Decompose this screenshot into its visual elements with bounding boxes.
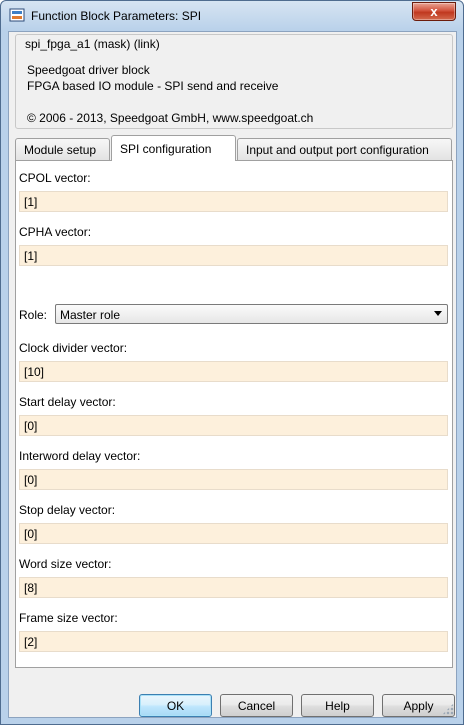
description-line-2: FPGA based IO module - SPI send and rece… [27, 79, 279, 93]
ok-button[interactable]: OK [139, 694, 212, 717]
simulink-block-icon [9, 8, 25, 22]
frame-size-input[interactable]: [2] [19, 631, 448, 652]
cpha-input[interactable]: [1] [19, 245, 448, 266]
cpol-input[interactable]: [1] [19, 191, 448, 212]
tab-module-setup[interactable]: Module setup [15, 138, 110, 160]
word-size-label: Word size vector: [19, 557, 112, 571]
stop-delay-input[interactable]: [0] [19, 523, 448, 544]
close-icon: x [430, 4, 438, 19]
start-delay-input[interactable]: [0] [19, 415, 448, 436]
tab-label: Module setup [24, 143, 97, 157]
tab-input-output-port-configuration[interactable]: Input and output port configuration [237, 138, 452, 160]
tab-label: SPI configuration [120, 142, 212, 156]
start-delay-label: Start delay vector: [19, 395, 116, 409]
spi-configuration-panel: CPOL vector: [1] CPHA vector: [1] Role: … [15, 160, 453, 668]
chevron-down-icon [434, 311, 442, 316]
interword-delay-input[interactable]: [0] [19, 469, 448, 490]
role-label: Role: [19, 308, 48, 322]
role-row: Role: Master role [19, 304, 451, 326]
copyright-line: © 2006 - 2013, Speedgoat GmbH, www.speed… [27, 111, 314, 125]
role-select[interactable]: Master role [55, 304, 448, 324]
close-button[interactable]: x [412, 2, 456, 21]
word-size-input[interactable]: [8] [19, 577, 448, 598]
cpol-label: CPOL vector: [19, 171, 91, 185]
dialog-window: Function Block Parameters: SPI x spi_fpg… [0, 0, 464, 725]
help-button[interactable]: Help [301, 694, 374, 717]
parameter-tabs: Module setup SPI configuration Input and… [15, 135, 453, 668]
description-line-1: Speedgoat driver block [27, 63, 150, 77]
title-bar[interactable]: Function Block Parameters: SPI x [1, 1, 463, 31]
role-selected-value: Master role [60, 308, 121, 322]
interword-delay-label: Interword delay vector: [19, 449, 141, 463]
stop-delay-label: Stop delay vector: [19, 503, 116, 517]
description-group: spi_fpga_a1 (mask) (link) Speedgoat driv… [15, 34, 453, 129]
window-title: Function Block Parameters: SPI [31, 9, 202, 23]
block-name-legend: spi_fpga_a1 (mask) (link) [23, 37, 162, 51]
cpha-label: CPHA vector: [19, 225, 92, 239]
dialog-client-area: spi_fpga_a1 (mask) (link) Speedgoat driv… [8, 31, 457, 718]
tab-spi-configuration[interactable]: SPI configuration [111, 135, 236, 161]
clock-divider-label: Clock divider vector: [19, 341, 128, 355]
tab-label: Input and output port configuration [246, 143, 429, 157]
frame-size-label: Frame size vector: [19, 611, 118, 625]
clock-divider-input[interactable]: [10] [19, 361, 448, 382]
cancel-button[interactable]: Cancel [220, 694, 293, 717]
